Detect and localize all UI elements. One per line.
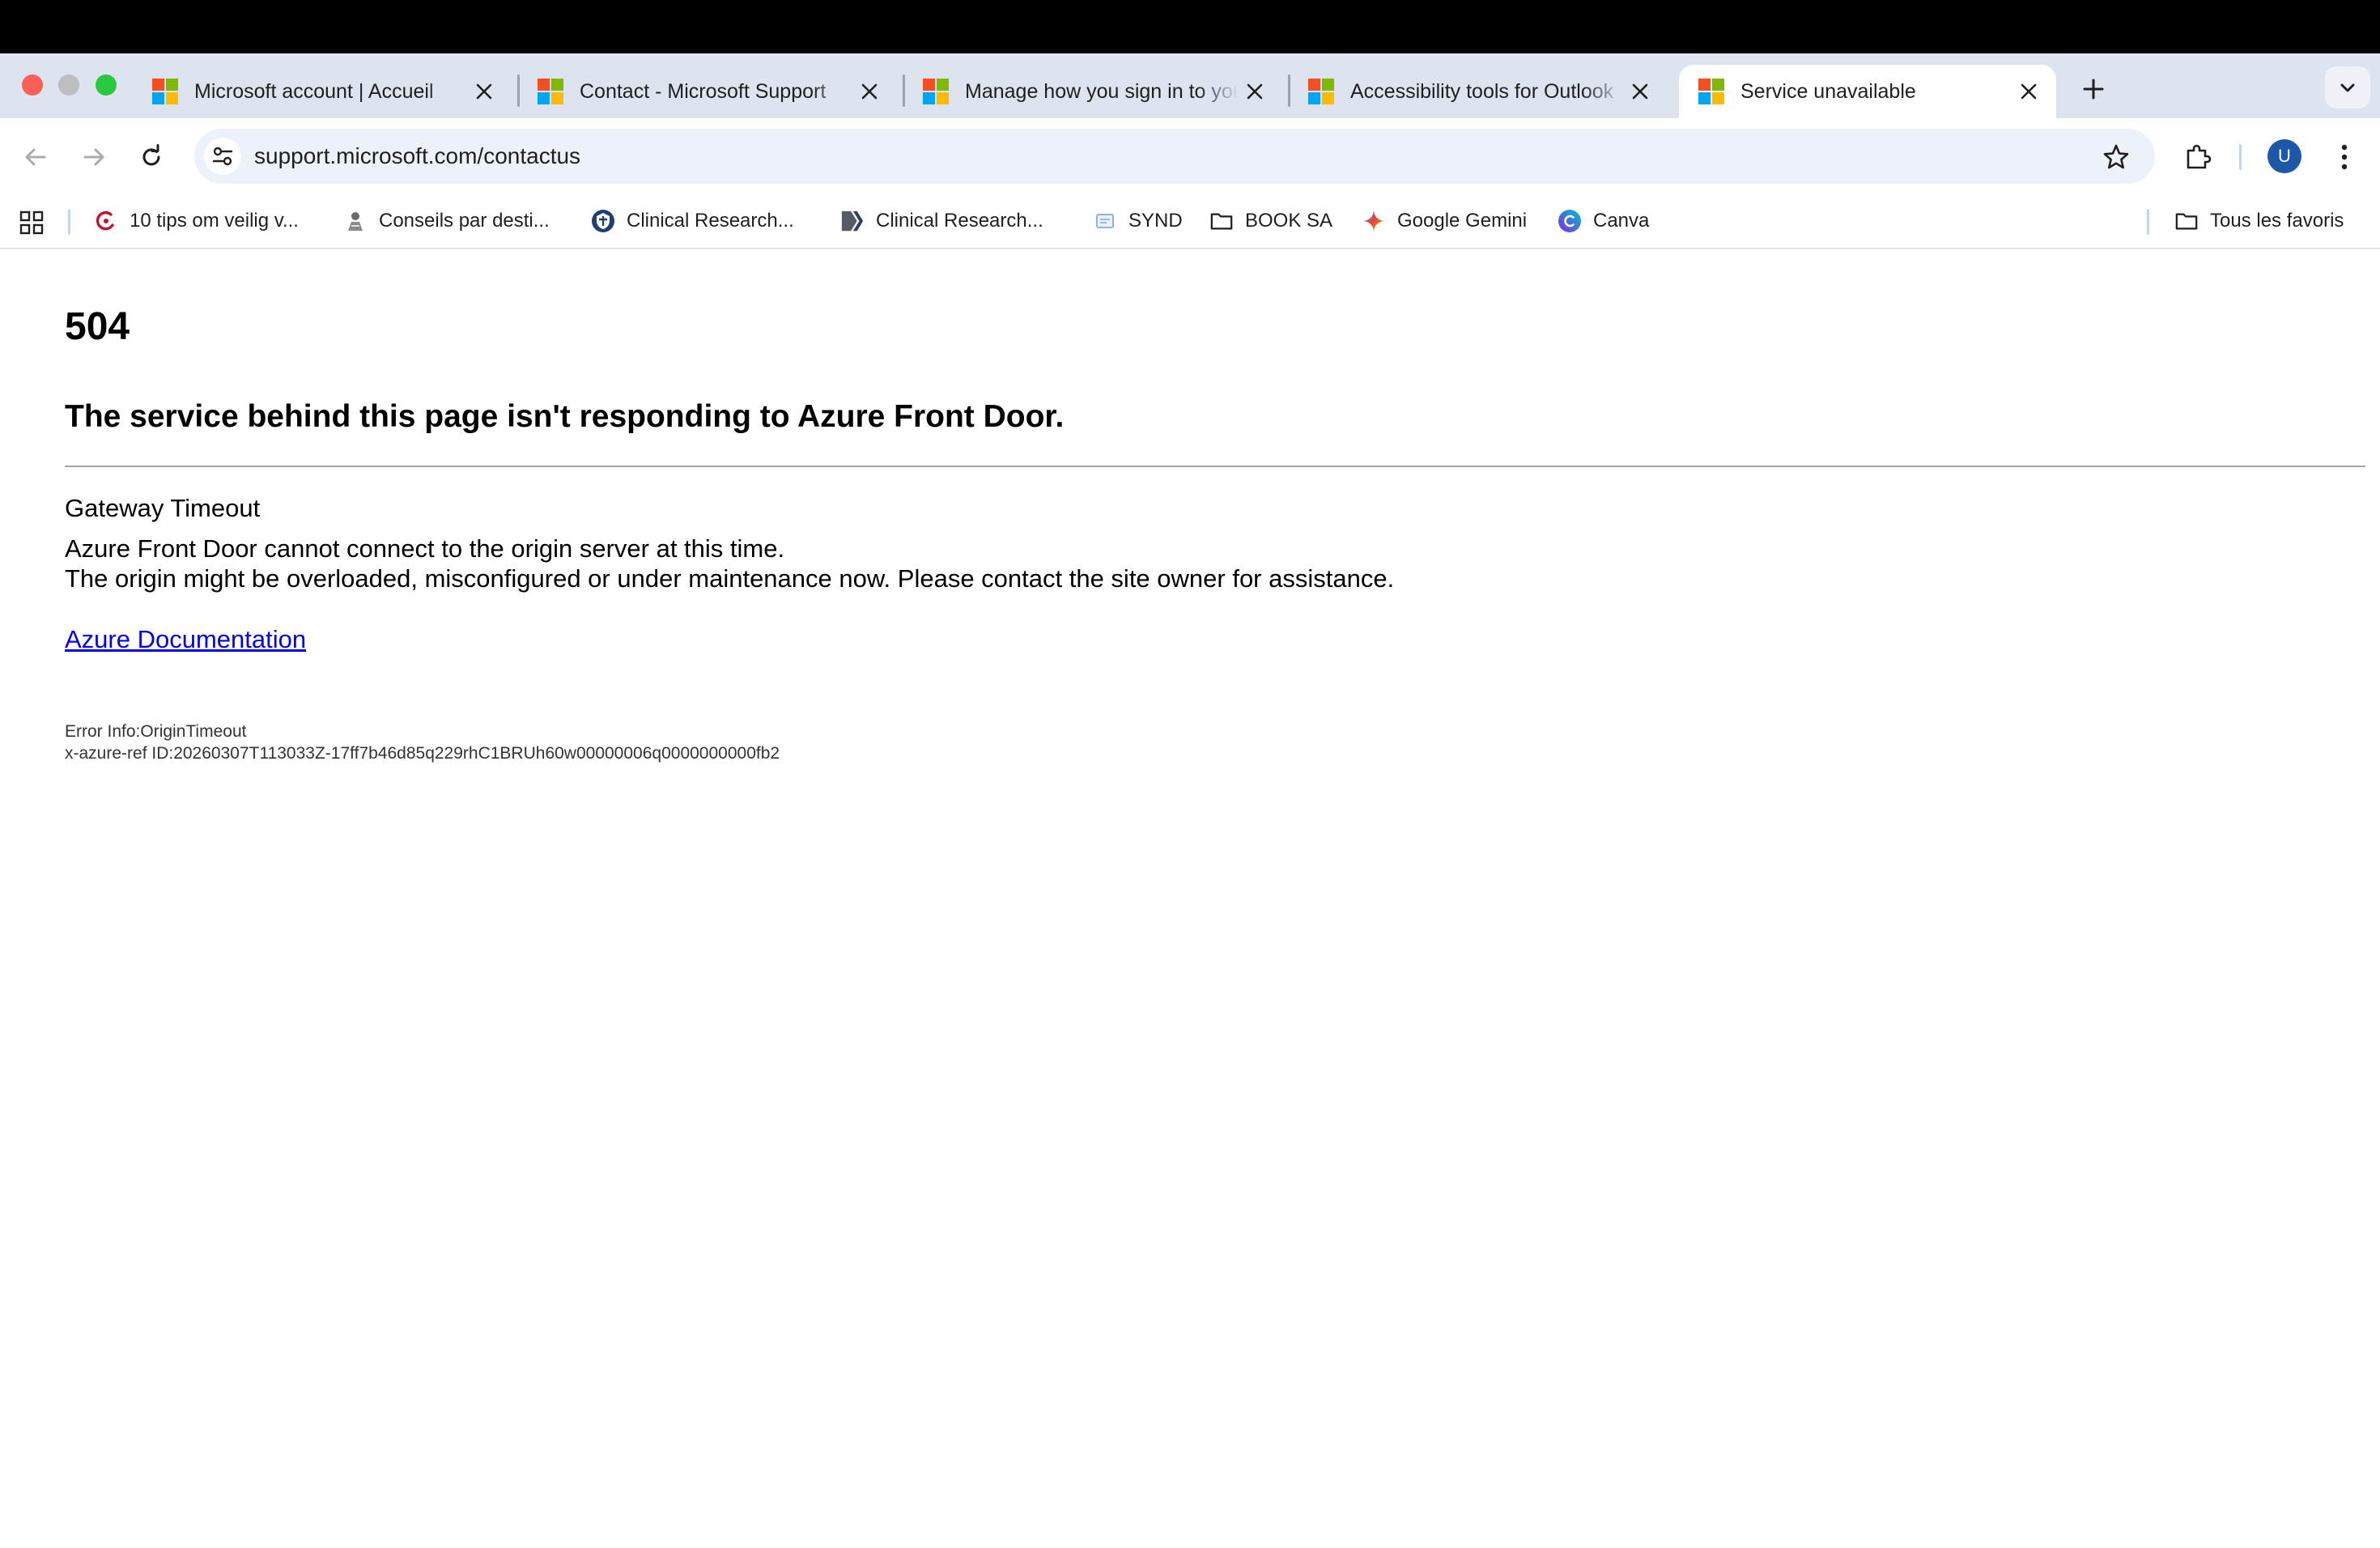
bookmark-label: 10 tips om veilig v...: [130, 210, 299, 232]
apps-button[interactable]: [18, 209, 45, 236]
extensions-button[interactable]: [2179, 138, 2218, 176]
reload-button[interactable]: [132, 138, 171, 176]
plus-icon: [2083, 79, 2104, 100]
tab-microsoft-account[interactable]: Microsoft account | Accueil: [133, 65, 512, 118]
reload-icon: [142, 144, 160, 166]
tab-close-button[interactable]: [853, 75, 886, 108]
apps-grid-icon: [19, 211, 44, 235]
browser-menu-button[interactable]: [2327, 138, 2362, 176]
bookmarks-separator: [68, 209, 70, 235]
puzzle-icon: [2187, 144, 2212, 169]
status-code: 504: [65, 305, 130, 348]
divider: [65, 466, 2365, 467]
toolbar-separator: [2239, 144, 2242, 170]
bookmarks-separator: [2147, 209, 2149, 235]
tab-search-button[interactable]: [2325, 66, 2370, 108]
forward-button[interactable]: [74, 138, 113, 176]
chevron-down-icon: [2340, 83, 2355, 92]
window-zoom-dot[interactable]: [96, 74, 117, 96]
more-vertical-icon: [2341, 144, 2348, 170]
back-button[interactable]: [16, 138, 55, 176]
microsoft-logo-icon: [1698, 79, 1724, 104]
close-icon: [1632, 83, 1648, 100]
bookmark-item-book-sa[interactable]: BOOK SA: [1209, 206, 1332, 236]
tab-title: Microsoft account | Accueil: [194, 79, 434, 103]
tab-close-button[interactable]: [1624, 75, 1656, 108]
bookmark-item-google-gemini[interactable]: Google Gemini: [1362, 206, 1527, 236]
error-info: Error Info:OriginTimeout: [65, 722, 247, 741]
azure-ref-id: x-azure-ref ID:20260307T113033Z-17ff7b46…: [65, 744, 780, 763]
gemini-sparkle-icon: [1362, 209, 1386, 233]
bookmark-item-clinical-research-1[interactable]: Clinical Research...: [591, 206, 794, 236]
document-icon: [1093, 209, 1117, 233]
error-message: Azure Front Door cannot connect to the o…: [65, 534, 1394, 593]
tab-close-button[interactable]: [468, 75, 500, 108]
microsoft-logo-icon: [1308, 79, 1334, 104]
star-icon: [2103, 144, 2129, 169]
all-bookmarks-button[interactable]: Tous les favoris: [2174, 206, 2344, 236]
window-minimize-dot[interactable]: [58, 74, 79, 96]
error-page: 504 The service behind this page isn't r…: [65, 301, 2365, 763]
tab-close-button[interactable]: [1239, 75, 1271, 108]
microsoft-logo-icon: [923, 79, 949, 104]
error-details: Error Info:OriginTimeout x-azure-ref ID:…: [65, 721, 780, 764]
bookmark-item-conseils[interactable]: Conseils par desti...: [343, 206, 550, 236]
folder-icon: [1209, 209, 1234, 233]
error-subheading: Gateway Timeout: [65, 494, 261, 522]
new-tab-button[interactable]: [2072, 68, 2114, 110]
tab-contact-support[interactable]: Contact - Microsoft Support: [518, 65, 897, 118]
tab-accessibility-outlook[interactable]: Accessibility tools for Outlook: [1289, 65, 1668, 118]
site-info-button[interactable]: [204, 138, 241, 175]
microsoft-logo-icon: [538, 79, 563, 104]
tab-close-button[interactable]: [2012, 75, 2045, 108]
canva-logo-icon: [1558, 209, 1582, 233]
tab-title: Accessibility tools for Outlook: [1350, 79, 1614, 103]
globe-person-icon: [343, 209, 368, 233]
bookmark-item-clinical-research-2[interactable]: Clinical Research...: [840, 206, 1043, 236]
tab-title: Manage how you sign in to your Microsoft…: [965, 79, 1239, 103]
bookmark-label: Clinical Research...: [627, 210, 794, 232]
tab-service-unavailable[interactable]: Service unavailable: [1679, 65, 2056, 118]
bookmark-label: Tous les favoris: [2210, 210, 2344, 232]
bookmark-star-button[interactable]: [2097, 138, 2136, 176]
tab-manage-sign-in[interactable]: Manage how you sign in to your Microsoft…: [903, 65, 1282, 118]
bookmark-label: BOOK SA: [1245, 210, 1333, 232]
close-icon: [861, 83, 878, 100]
avatar[interactable]: U: [2267, 139, 2301, 173]
close-icon: [1247, 83, 1263, 100]
message-line-2: The origin might be overloaded, misconfi…: [65, 564, 1395, 593]
bookmark-item-synd[interactable]: SYND: [1093, 206, 1183, 236]
bookmark-label: Google Gemini: [1397, 210, 1528, 232]
tune-icon: [212, 147, 233, 166]
url-text[interactable]: support.microsoft.com/contactus: [254, 143, 580, 169]
bookmark-item-veilig[interactable]: 10 tips om veilig v...: [94, 206, 299, 236]
message-line-1: Azure Front Door cannot connect to the o…: [65, 534, 785, 563]
bookmark-item-canva[interactable]: Canva: [1558, 206, 1649, 236]
azure-documentation-link[interactable]: Azure Documentation: [65, 623, 306, 656]
microsoft-logo-icon: [152, 79, 178, 104]
clinical-research-shield-icon: [591, 209, 615, 233]
bookmark-label: Clinical Research...: [876, 210, 1043, 232]
close-icon: [476, 83, 492, 100]
arrow-left-icon: [25, 148, 46, 166]
close-icon: [2021, 83, 2037, 100]
window-close-dot[interactable]: [22, 74, 43, 96]
chevron-logo-icon: [840, 209, 865, 233]
error-heading: The service behind this page isn't respo…: [65, 399, 1065, 434]
tab-title: Service unavailable: [1740, 79, 1916, 103]
top-bar: [0, 0, 2380, 53]
shield-swirl-icon: [94, 209, 118, 233]
bookmark-label: Canva: [1593, 210, 1650, 232]
folder-icon: [2174, 209, 2199, 233]
bookmark-label: SYND: [1128, 210, 1183, 232]
bookmark-label: Conseils par desti...: [379, 210, 550, 232]
tab-title: Contact - Microsoft Support: [580, 79, 827, 103]
arrow-right-icon: [83, 148, 104, 166]
